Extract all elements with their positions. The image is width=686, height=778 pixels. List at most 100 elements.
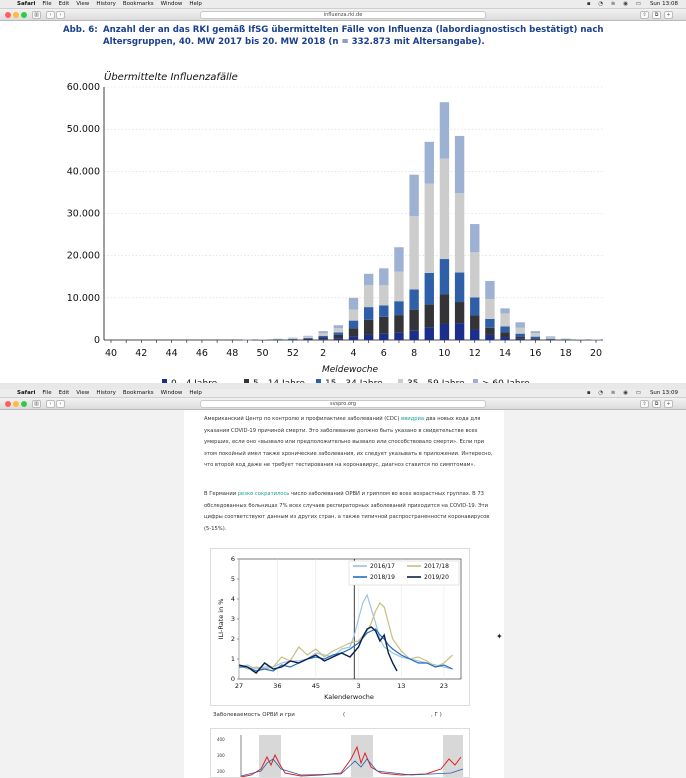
status-icons: ▪ ◔ ≋ ◉ ▭ — [586, 390, 644, 396]
bar-segment-11-s1 — [454, 302, 465, 324]
share-icon[interactable]: ⇧ — [640, 400, 649, 408]
partial-chart-frame: 400 300 200 — [210, 728, 470, 778]
bar-segment-7-s3 — [394, 271, 404, 302]
bar-segment-13-s2 — [485, 318, 495, 328]
bar-segment-13-s3 — [485, 299, 495, 319]
bar-segment-3-s0 — [333, 338, 344, 340]
bar-segment-3-s1 — [333, 334, 344, 339]
chart-caption: Заболеваемость ОРВИ и гри ( , Г ) — [213, 712, 473, 718]
bar-segment-7-s4 — [394, 247, 404, 272]
legend-swatch-0 — [162, 379, 167, 383]
bar-segment-10-s2 — [439, 259, 450, 295]
x-tick-label: 44 — [166, 348, 178, 359]
y-tick-label: 6 — [231, 555, 235, 563]
x-tick-label: 2 — [320, 348, 326, 359]
bar-segment-7-s0 — [394, 332, 404, 340]
bar-segment-5-s3 — [363, 285, 374, 308]
legend-swatch-1 — [244, 379, 249, 383]
menu-bookmarks[interactable]: Bookmarks — [123, 389, 154, 398]
bar-segment-17-s4 — [545, 336, 556, 338]
paragraph-2-link[interactable]: резко сократилось — [238, 491, 290, 497]
bar-segment-17-s3 — [545, 337, 556, 339]
bar-segment-11-s3 — [454, 193, 465, 273]
bar-segment-8-s2 — [409, 289, 419, 310]
menu-view[interactable]: View — [76, 389, 89, 398]
bar-segment-4-s4 — [348, 297, 359, 310]
minimize-window-button[interactable] — [13, 401, 19, 407]
caption-part-1: Заболеваемость ОРВИ и гри — [213, 712, 295, 718]
bar-segment-15-s4 — [515, 322, 525, 328]
y-axis-label: ILI-Rate in % — [217, 599, 225, 640]
x-tick-label: 10 — [438, 348, 450, 359]
legend-label-2: 15 - 34 Jahre — [325, 379, 383, 383]
bar-segment-3-s4 — [333, 325, 344, 329]
legend-label-1: 5 - 14 Jahre — [253, 379, 305, 383]
bar-segment-8-s4 — [409, 174, 419, 217]
menu-app[interactable]: Safari — [17, 389, 35, 398]
bar-segment-6-s3 — [379, 285, 389, 306]
page-margin-right — [504, 410, 686, 778]
close-window-button[interactable] — [5, 401, 11, 407]
bar-segment-4-s3 — [348, 309, 359, 321]
bar-segment-17-s2 — [545, 338, 556, 340]
bar-segment-6-s0 — [379, 333, 389, 340]
partial-line-chart: 400 300 200 — [217, 735, 464, 777]
y-tick-label: 4 — [231, 595, 235, 603]
influenza-bar-chart: Übermittelte Influenzafälle 0 10.000 20.000… — [67, 70, 603, 383]
menu-edit[interactable]: Edit — [59, 389, 70, 398]
legend-swatch-4 — [473, 379, 478, 383]
legend-label-3: 35 - 59 Jahre — [407, 379, 465, 383]
bar-segment-2-s0 — [318, 339, 328, 340]
bar-segment-14-s0 — [500, 337, 510, 340]
menu-file[interactable]: File — [42, 389, 51, 398]
sidebar-toggle-icon[interactable]: ▥ — [32, 400, 41, 408]
x-tick-label: 8 — [411, 348, 417, 359]
bar-segment-10-s4 — [439, 102, 450, 159]
zoom-window-button[interactable] — [21, 401, 27, 407]
bar-segment-12-s3 — [470, 252, 480, 298]
menu-history[interactable]: History — [96, 389, 116, 398]
bar-segment-2-s3 — [318, 333, 328, 336]
bar-segment-7-s2 — [394, 301, 404, 316]
menu-help[interactable]: Help — [189, 389, 202, 398]
back-icon[interactable]: ‹ — [46, 400, 55, 408]
y-tick-label: 40.000 — [67, 166, 100, 177]
address-bar[interactable]: svspro.org — [200, 400, 486, 408]
bar-segment-1-s4 — [303, 335, 313, 337]
legend-label-4: > 60 Jahre — [482, 379, 530, 383]
bar-segment-6-s4 — [379, 268, 389, 286]
x-tick-label: 52 — [287, 348, 299, 359]
paragraph-1-link[interactable]: ввидриа — [401, 416, 424, 422]
forward-icon[interactable]: › — [56, 400, 65, 408]
bar-segment-8-s0 — [409, 330, 419, 340]
menu-window[interactable]: Window — [161, 389, 183, 398]
caption-part-2: ( — [343, 712, 346, 718]
bar-segment-10-s3 — [439, 158, 450, 260]
legend-label-1: 2017/18 — [424, 563, 449, 570]
y-axis-label: Übermittelte Influenzafälle — [104, 70, 238, 83]
x-tick-label: 3 — [356, 682, 360, 690]
add-tab-icon[interactable]: + — [664, 400, 673, 408]
paragraph-1-text-a: Американский Центр по контролю и профила… — [204, 416, 402, 422]
bar-segment-14-s3 — [500, 313, 510, 327]
article-paragraph-1: Американский Центр по контролю и профила… — [204, 414, 494, 472]
bar-segment-6-s2 — [379, 305, 389, 317]
bar-segment-1-s1 — [303, 338, 313, 340]
bar-segment-9-s4 — [424, 141, 434, 184]
bar-segment-15-s3 — [515, 327, 525, 334]
paragraph-2-text-b: число заболеваний ОРВИ и гриппом во всех… — [204, 491, 490, 532]
legend-label-2: 2018/19 — [370, 574, 395, 581]
y-tick-label: 2 — [231, 635, 235, 643]
bar-segment-3-s3 — [333, 328, 344, 333]
tabs-icon[interactable]: ⧉ — [652, 400, 661, 408]
bar-segment-5-s4 — [363, 273, 374, 286]
bar-segment-15-s2 — [515, 333, 525, 337]
bar-segment-18-s3 — [560, 338, 571, 340]
x-tick-label: 45 — [312, 682, 320, 690]
browser-toolbar: ▥ ‹ › svspro.org ⇧ ⧉ + — [0, 398, 686, 410]
bar-segment-14-s2 — [500, 326, 510, 333]
bar-segment-2-s1 — [318, 337, 328, 340]
bar-segment-9-s2 — [424, 272, 434, 305]
clock: Sun 13:09 — [649, 390, 678, 396]
svg-text:200: 200 — [217, 769, 225, 774]
